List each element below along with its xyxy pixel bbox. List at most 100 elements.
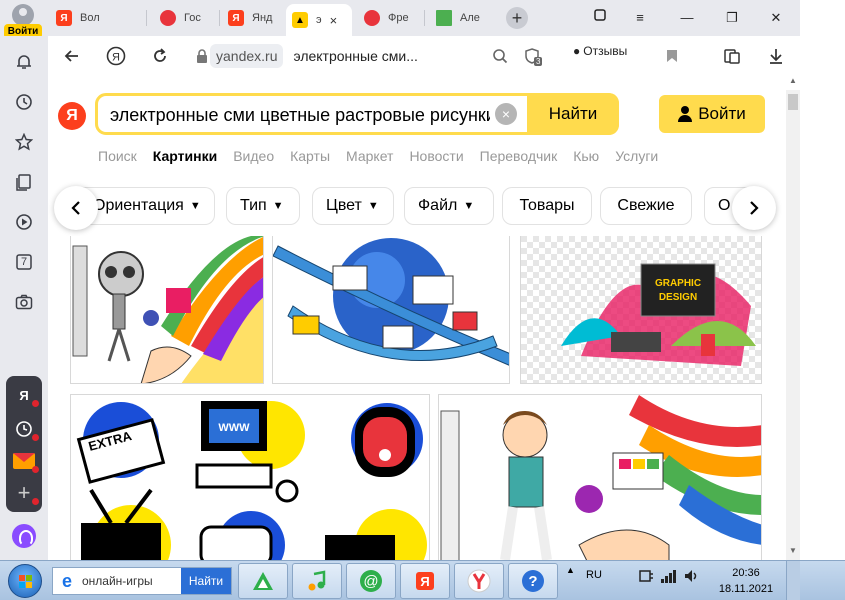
clock-date: 18.11.2021 [718,583,774,595]
search-input[interactable]: электронные сми цветные растровые рисунк… [110,105,490,126]
filter-color[interactable]: Цвет ▼ [312,187,394,225]
video-icon[interactable] [12,210,36,234]
service-market[interactable]: Маркет [346,148,393,164]
service-maps[interactable]: Карты [290,148,330,164]
download-icon[interactable] [764,44,788,68]
network-icon[interactable] [660,569,676,586]
scrollbar-thumb[interactable] [788,94,798,110]
notification-dot [32,434,39,441]
chevron-down-icon: ▼ [463,200,475,212]
restore-icon[interactable]: ❐ [722,8,742,28]
image-result[interactable]: EXTRA WWW [70,394,430,560]
reviews-button[interactable]: ● Отзывы [573,44,627,58]
clear-search-button[interactable]: × [495,103,517,125]
filter-label: Тип [240,197,267,214]
notification-dot [32,498,39,505]
login-label: Войти [698,104,746,123]
help-icon[interactable]: ? [508,563,558,599]
scroll-left-button[interactable] [54,186,98,230]
tab-0[interactable]: Я Вол [50,4,140,32]
page-scrollbar[interactable] [786,90,800,560]
star-icon[interactable] [12,130,36,154]
filter-goods[interactable]: Товары [502,187,592,225]
extension-badge: 3 [534,57,543,66]
service-search[interactable]: Поиск [98,148,137,164]
image-result[interactable] [70,236,264,384]
service-news[interactable]: Новости [409,148,463,164]
screen: Войти Я Вол Гос Я Янд ▲ э × Фре Але + ≡ … [0,0,845,600]
tab-5[interactable]: Але [430,4,496,32]
search-submit-button[interactable]: Найти [527,93,619,135]
service-translate[interactable]: Переводчик [480,148,558,164]
image-result[interactable] [438,394,762,560]
address-field[interactable]: yandex.ru электронные сми... [210,43,522,69]
scroll-up-icon[interactable]: ▲ [786,76,800,90]
close-window-icon[interactable]: ✕ [766,8,786,28]
yandex-browser-icon[interactable]: Я [400,563,450,599]
filter-label: Ориентация [93,197,184,214]
history-icon[interactable] [12,90,36,114]
language-indicator[interactable]: RU [586,569,602,581]
camera-icon[interactable] [12,290,36,314]
taskbar-search-input[interactable]: онлайн-игры [82,574,180,588]
protect-icon[interactable]: 3 [520,44,544,68]
yandex-logo[interactable]: Я [58,102,86,130]
scroll-right-button[interactable] [732,186,776,230]
filter-label: Товары [519,197,575,214]
image-result[interactable]: GRAPHIC DESIGN [520,236,762,384]
filter-label: Свежие [617,197,675,214]
tray-device-icon[interactable] [638,569,654,586]
taskbar-search-button[interactable]: Найти [181,568,231,594]
bell-icon[interactable] [12,50,36,74]
scroll-down-icon[interactable]: ▼ [786,546,800,560]
tab-label: Але [460,12,480,24]
mail-at-icon[interactable]: @ [346,563,396,599]
address-bar-row: Я yandex.ru электронные сми... 3 ● Отзыв… [48,36,800,76]
minimize-icon[interactable]: — [677,8,697,28]
search-image-icon[interactable] [488,44,512,68]
tab-label: Вол [80,12,100,24]
service-video[interactable]: Видео [233,148,274,164]
menu-icon[interactable]: ≡ [630,8,650,28]
service-images[interactable]: Картинки [153,148,217,164]
start-button[interactable] [8,564,42,598]
music-app-icon[interactable] [292,563,342,599]
filter-orientation[interactable]: Ориентация ▼ [80,187,215,225]
tab-4[interactable]: Фре [358,4,424,32]
bookmark-icon[interactable] [660,44,684,68]
tab-3-active[interactable]: ▲ э × [286,4,352,36]
extensions-icon[interactable] [720,44,744,68]
tray-expand-icon[interactable]: ▲ [566,565,575,575]
service-uslugi[interactable]: Услуги [615,148,658,164]
tabs-list-icon[interactable] [590,8,610,28]
chevron-down-icon: ▼ [272,200,284,212]
graphic-design-text-2: DESIGN [659,292,697,303]
system-clock[interactable]: 20:36 18.11.2021 [716,565,776,597]
person-icon [678,106,693,122]
yandex-y-icon[interactable] [454,563,504,599]
show-desktop-button[interactable] [786,561,800,600]
back-icon[interactable] [60,44,84,68]
volume-icon[interactable] [684,569,700,586]
yandex-y-icon: Я [56,10,72,26]
tab-2[interactable]: Я Янд [222,4,288,32]
tab-1[interactable]: Гос [154,4,220,32]
filter-fresh[interactable]: Свежие [600,187,692,225]
ie-icon: e [61,571,72,591]
login-button[interactable]: Войти [659,95,765,133]
yandex-home-icon[interactable]: Я [104,44,128,68]
green-square-icon [436,10,452,26]
profile-login-badge[interactable]: Войти [4,4,42,39]
new-tab-button[interactable]: + [506,7,528,29]
counter-icon[interactable]: 7 [12,250,36,274]
collections-icon[interactable] [12,170,36,194]
taskbar-app-icon[interactable] [238,563,288,599]
service-q[interactable]: Кью [573,148,599,164]
alice-assistant-icon[interactable] [12,524,36,548]
close-icon[interactable]: × [330,13,338,28]
reload-icon[interactable] [148,44,172,68]
filter-file[interactable]: Файл ▼ [404,187,494,225]
tab-separator [219,10,220,26]
filter-type[interactable]: Тип ▼ [226,187,300,225]
image-result[interactable] [272,236,510,384]
